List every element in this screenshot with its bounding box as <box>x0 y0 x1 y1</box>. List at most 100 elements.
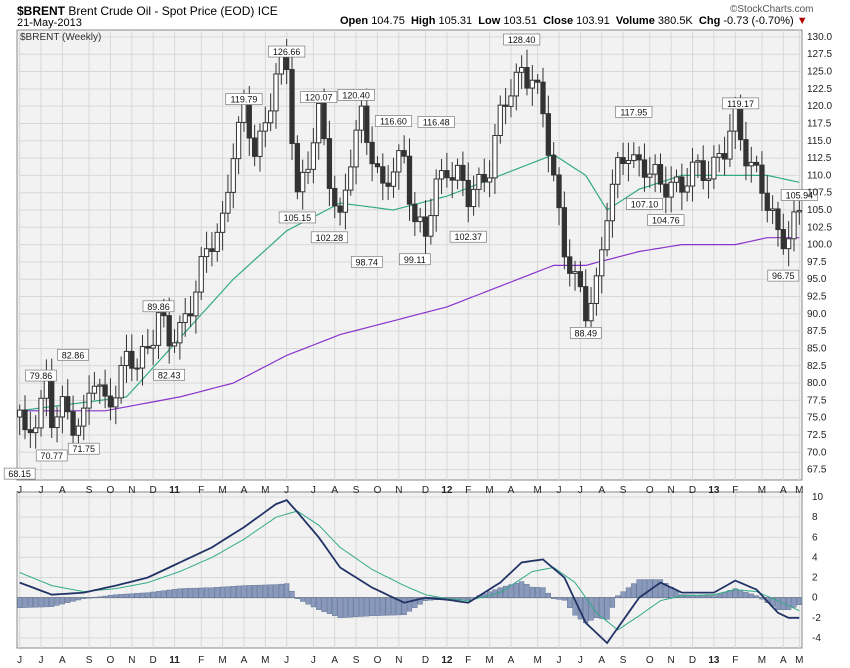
month-tick-label: A <box>598 485 605 496</box>
candle-body <box>134 367 140 370</box>
candle-body <box>668 181 674 198</box>
macd-histogram-bar <box>737 590 744 598</box>
candle-body <box>97 384 103 387</box>
candle-body <box>150 344 156 349</box>
month-tick-label: A <box>59 655 66 666</box>
price-tick-label: 85.0 <box>807 343 827 354</box>
macd-histogram-bar <box>316 597 322 610</box>
candle-body <box>332 187 338 207</box>
price-callout: 82.86 <box>62 350 85 360</box>
month-tick-label: M <box>261 655 269 666</box>
price-callout: 71.75 <box>72 444 95 454</box>
macd-histogram-bar <box>139 592 146 598</box>
candle-body <box>572 271 578 274</box>
macd-tick-label: -4 <box>812 633 821 644</box>
candle-body <box>273 73 279 112</box>
candle-body <box>412 203 418 223</box>
macd-histogram-bar <box>236 585 242 598</box>
month-tick-label: J <box>311 655 316 666</box>
candle-body <box>486 177 493 183</box>
macd-histogram-bar <box>748 593 754 598</box>
macd-histogram-bar <box>390 597 397 616</box>
candle-body <box>348 166 354 191</box>
candle-body <box>737 105 744 141</box>
price-tick-label: 105.0 <box>807 205 832 216</box>
macd-tick-label: 4 <box>812 552 818 563</box>
price-callout: 102.37 <box>454 232 482 242</box>
macd-histogram-bar <box>134 593 140 598</box>
candle-body <box>791 211 797 240</box>
month-tick-label: M <box>533 655 541 666</box>
month-tick-label: O <box>646 485 654 496</box>
macd-histogram-bar <box>289 590 295 598</box>
macd-histogram-bar <box>54 597 60 606</box>
macd-histogram-bar <box>187 588 194 598</box>
macd-histogram-bar <box>107 595 114 598</box>
candle-body <box>673 176 680 183</box>
candle-body <box>198 256 204 293</box>
macd-histogram-bar <box>353 597 359 618</box>
candle-body <box>417 216 423 223</box>
candle-body <box>230 158 236 193</box>
macd-histogram-bar <box>102 595 108 598</box>
candle-body <box>278 55 284 75</box>
candle-body <box>214 231 220 252</box>
candle-body <box>129 350 135 369</box>
macd-histogram-bar <box>43 597 49 608</box>
candle-body <box>454 164 461 181</box>
macd-histogram-bar <box>519 581 525 598</box>
month-tick-label: F <box>732 485 738 496</box>
candle-body <box>711 156 717 180</box>
month-tick-label: N <box>395 485 402 496</box>
month-tick-label: N <box>668 485 675 496</box>
month-tick-label: M <box>485 655 493 666</box>
macd-histogram-bar <box>294 597 300 599</box>
candle-body <box>470 188 477 208</box>
macd-histogram-bar <box>401 597 407 615</box>
macd-histogram-bar <box>711 595 717 598</box>
candle-body <box>502 104 509 107</box>
month-tick-label: M <box>533 485 541 496</box>
candle-body <box>588 302 594 322</box>
macd-histogram-bar <box>791 597 797 608</box>
macd-histogram-bar <box>123 593 130 598</box>
candle-body <box>305 168 311 173</box>
candle-body <box>171 342 178 347</box>
candle-body <box>460 164 466 181</box>
macd-histogram-bar <box>545 592 551 598</box>
macd-histogram-bar <box>268 584 274 598</box>
macd-histogram-bar <box>161 590 167 598</box>
macd-histogram-bar <box>38 597 44 608</box>
macd-histogram-bar <box>609 597 616 608</box>
month-tick-label: A <box>780 485 787 496</box>
macd-histogram-bar <box>81 597 87 599</box>
macd-histogram-bar <box>310 597 316 608</box>
macd-histogram-bar <box>241 585 247 598</box>
candle-body <box>310 142 317 170</box>
candle-body <box>49 375 55 429</box>
candle-body <box>166 315 172 347</box>
candle-body <box>636 154 642 161</box>
candle-body <box>615 157 621 185</box>
price-tick-label: 110.0 <box>807 170 832 181</box>
candle-body <box>225 191 231 214</box>
month-tick-label: D <box>689 485 696 496</box>
candle-body <box>38 397 44 429</box>
candle-body <box>497 104 503 137</box>
candle-body <box>385 182 391 187</box>
month-tick-label: J <box>284 655 289 666</box>
month-tick-label: S <box>353 485 360 496</box>
candle-body <box>316 102 322 144</box>
candle-body <box>748 161 754 167</box>
candle-body <box>369 141 375 165</box>
month-tick-label: S <box>620 655 627 666</box>
month-tick-label: M <box>485 485 493 496</box>
candle-body <box>508 95 514 107</box>
macd-histogram-bar <box>358 597 365 617</box>
month-tick-label: A <box>331 655 338 666</box>
month-tick-label: J <box>557 485 562 496</box>
macd-histogram-bar <box>631 583 637 598</box>
candle-body <box>257 130 263 157</box>
candle-body <box>219 212 226 233</box>
price-callout: 98.74 <box>356 257 379 267</box>
